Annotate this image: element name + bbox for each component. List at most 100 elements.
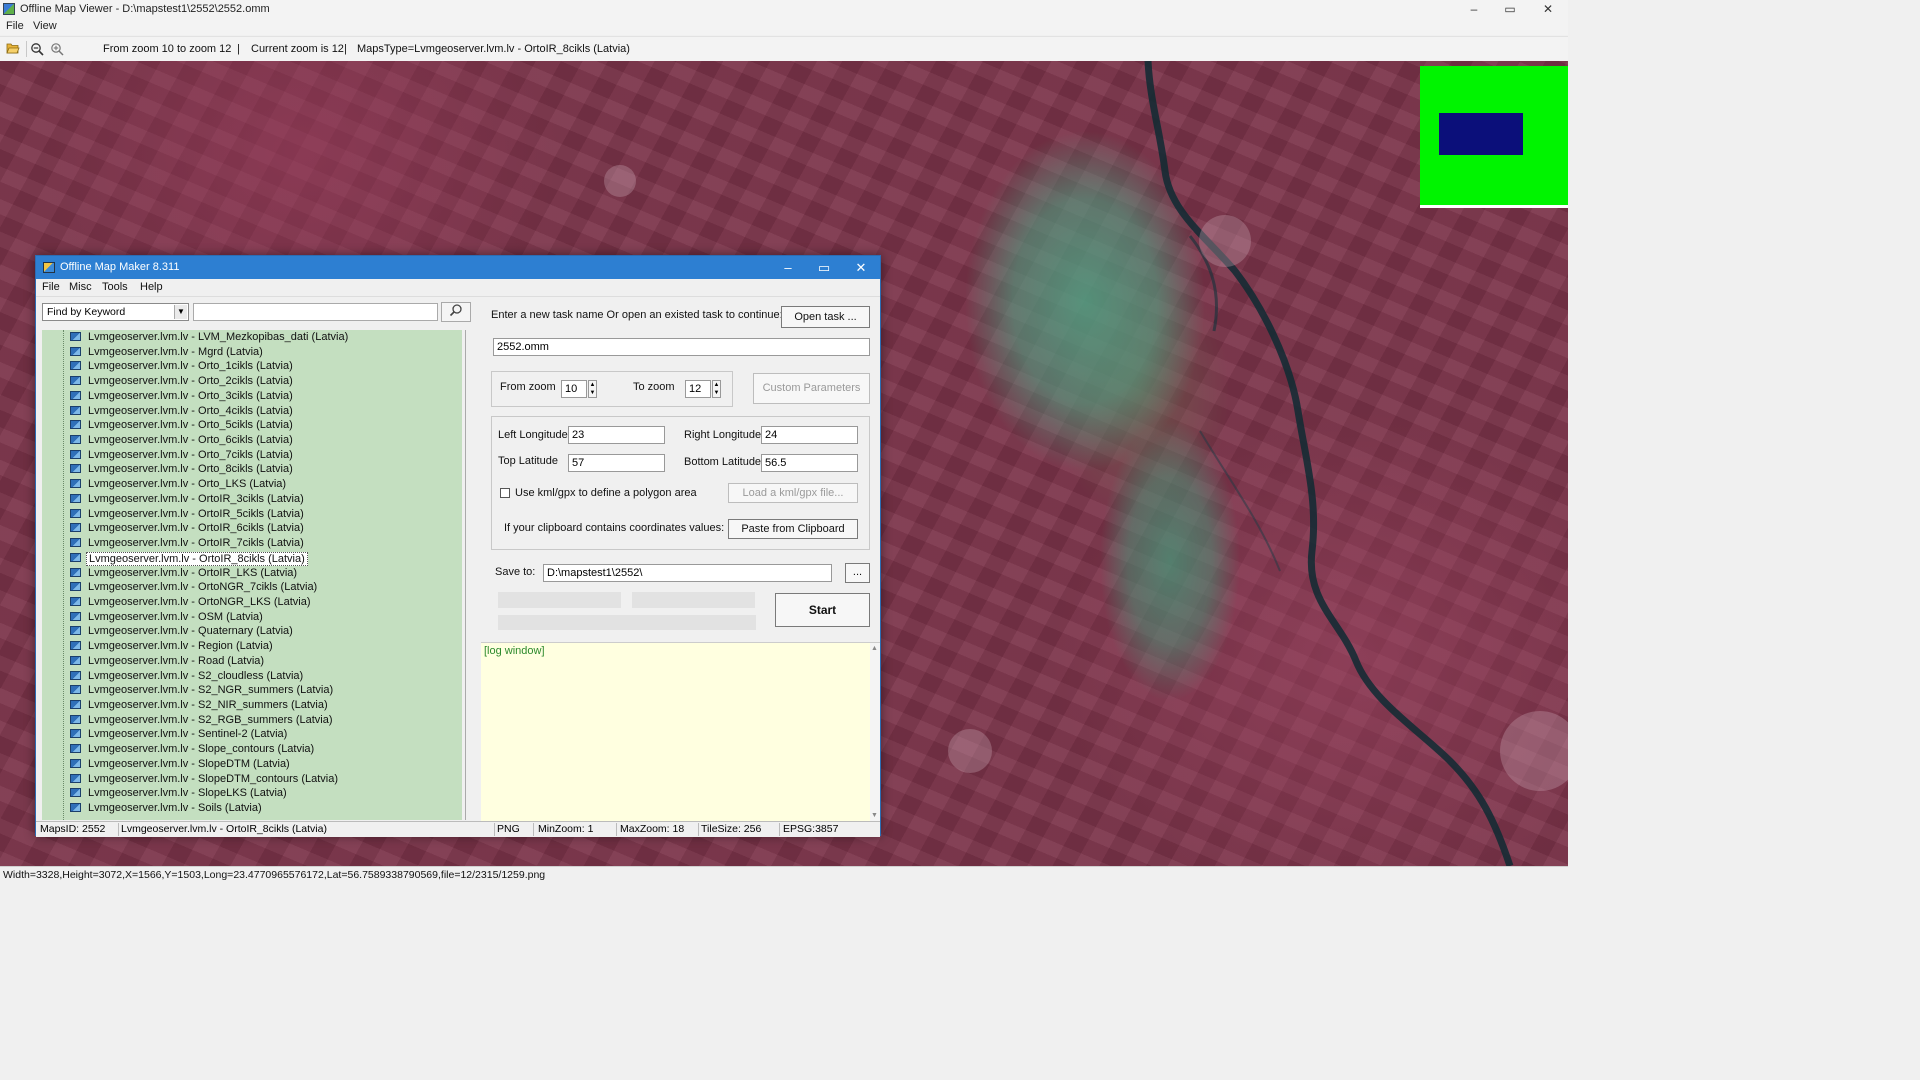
tree-item[interactable]: Lvmgeoserver.lvm.lv - OrtoIR_LKS (Latvia…: [70, 567, 297, 581]
map-source-tree[interactable]: Lvmgeoserver.lvm.lv - LVM_Mezkopibas_dat…: [42, 330, 466, 820]
tree-item[interactable]: Lvmgeoserver.lvm.lv - Sentinel-2 (Latvia…: [70, 728, 287, 742]
tree-item-label: Lvmgeoserver.lvm.lv - OrtoIR_LKS (Latvia…: [88, 566, 298, 579]
overview-viewport-rect[interactable]: [1439, 113, 1523, 155]
dialog-menu-tools[interactable]: Tools: [102, 281, 128, 293]
open-task-button[interactable]: Open task ...: [781, 306, 870, 328]
menu-view[interactable]: View: [33, 20, 57, 32]
tree-item[interactable]: Lvmgeoserver.lvm.lv - Quaternary (Latvia…: [70, 625, 293, 639]
tree-item-label: Lvmgeoserver.lvm.lv - LVM_Mezkopibas_dat…: [88, 331, 349, 343]
scroll-down-icon[interactable]: ▼: [871, 812, 878, 819]
start-button[interactable]: Start: [775, 593, 870, 627]
map-layer-icon: [70, 773, 81, 783]
tree-item[interactable]: Lvmgeoserver.lvm.lv - LVM_Mezkopibas_dat…: [70, 331, 348, 345]
tree-item[interactable]: Lvmgeoserver.lvm.lv - OrtoNGR_7cikls (La…: [70, 581, 317, 595]
tree-item[interactable]: Lvmgeoserver.lvm.lv - SlopeDTM (Latvia): [70, 758, 290, 772]
dialog-menu-file[interactable]: File: [42, 281, 60, 293]
to-zoom-input[interactable]: 12: [685, 380, 711, 398]
tree-item[interactable]: Lvmgeoserver.lvm.lv - SlopeDTM_contours …: [70, 773, 338, 787]
map-layer-icon: [70, 729, 81, 739]
tree-item-label: Lvmgeoserver.lvm.lv - S2_cloudless (Latv…: [88, 669, 304, 682]
search-button[interactable]: [441, 302, 471, 322]
chevron-down-icon[interactable]: ▼: [174, 305, 187, 319]
toolbar-separator: |: [237, 43, 240, 55]
paste-from-clipboard-button[interactable]: Paste from Clipboard: [728, 519, 858, 539]
tree-item[interactable]: Lvmgeoserver.lvm.lv - Road (Latvia): [70, 655, 264, 669]
tree-item[interactable]: Lvmgeoserver.lvm.lv - OrtoIR_3cikls (Lat…: [70, 493, 304, 507]
tree-item[interactable]: Lvmgeoserver.lvm.lv - Orto_6cikls (Latvi…: [70, 434, 293, 448]
tree-item[interactable]: Lvmgeoserver.lvm.lv - Soils (Latvia): [70, 802, 262, 816]
tree-item[interactable]: Lvmgeoserver.lvm.lv - OrtoIR_6cikls (Lat…: [70, 522, 304, 536]
map-layer-icon: [70, 596, 81, 606]
custom-parameters-button[interactable]: Custom Parameters: [753, 373, 870, 404]
close-button[interactable]: ✕: [1530, 0, 1566, 18]
top-latitude-input[interactable]: 57: [568, 454, 665, 472]
save-to-path-input[interactable]: D:\mapstest1\2552\: [543, 564, 832, 582]
kml-polygon-checkbox[interactable]: [500, 488, 510, 498]
tree-item[interactable]: Lvmgeoserver.lvm.lv - Orto_7cikls (Latvi…: [70, 449, 293, 463]
log-scrollbar[interactable]: ▲ ▼: [870, 643, 880, 821]
log-window[interactable]: [log window] ▲ ▼: [481, 642, 880, 821]
map-layer-icon: [70, 582, 81, 592]
map-layer-icon: [70, 361, 81, 371]
tree-item[interactable]: Lvmgeoserver.lvm.lv - Orto_3cikls (Latvi…: [70, 390, 293, 404]
search-mode-select[interactable]: Find by Keyword ▼: [42, 303, 189, 321]
tree-item[interactable]: Lvmgeoserver.lvm.lv - OSM (Latvia): [70, 611, 263, 625]
status-bar: Width=3328,Height=3072,X=1566,Y=1503,Lon…: [0, 866, 1568, 883]
tree-item[interactable]: Lvmgeoserver.lvm.lv - S2_RGB_summers (La…: [70, 714, 333, 728]
load-kml-button[interactable]: Load a kml/gpx file...: [728, 483, 858, 503]
overview-minimap[interactable]: [1420, 66, 1568, 208]
tree-item[interactable]: Lvmgeoserver.lvm.lv - Mgrd (Latvia): [70, 346, 263, 360]
tree-item[interactable]: Lvmgeoserver.lvm.lv - S2_NIR_summers (La…: [70, 699, 328, 713]
tree-item[interactable]: Lvmgeoserver.lvm.lv - SlopeLKS (Latvia): [70, 787, 287, 801]
dialog-maximize-button[interactable]: ▭: [806, 256, 842, 279]
map-layer-icon: [70, 420, 81, 430]
minimize-button[interactable]: –: [1456, 0, 1492, 18]
zoom-out-icon[interactable]: [30, 42, 44, 56]
scroll-up-icon[interactable]: ▲: [871, 645, 878, 652]
tree-item[interactable]: Lvmgeoserver.lvm.lv - OrtoIR_7cikls (Lat…: [70, 537, 304, 551]
tree-item[interactable]: Lvmgeoserver.lvm.lv - Region (Latvia): [70, 640, 273, 654]
tree-item[interactable]: Lvmgeoserver.lvm.lv - Orto_LKS (Latvia): [70, 478, 286, 492]
zoom-in-icon[interactable]: [50, 42, 64, 56]
dialog-menu-help[interactable]: Help: [140, 281, 163, 293]
from-zoom-input[interactable]: 10: [561, 380, 587, 398]
open-folder-icon[interactable]: [6, 42, 20, 56]
tree-item-label: Lvmgeoserver.lvm.lv - OrtoIR_6cikls (Lat…: [88, 522, 304, 535]
tree-item[interactable]: Lvmgeoserver.lvm.lv - OrtoIR_5cikls (Lat…: [70, 508, 304, 522]
tree-item[interactable]: Lvmgeoserver.lvm.lv - OrtoNGR_LKS (Latvi…: [70, 596, 311, 610]
bottom-latitude-input[interactable]: 56.5: [761, 454, 858, 472]
tree-item[interactable]: Lvmgeoserver.lvm.lv - Orto_2cikls (Latvi…: [70, 375, 293, 389]
toolbar-divider: [26, 41, 27, 57]
task-name-input[interactable]: 2552.omm: [493, 338, 870, 356]
tree-item[interactable]: Lvmgeoserver.lvm.lv - Slope_contours (La…: [70, 743, 314, 757]
browse-folder-button[interactable]: ...: [845, 563, 870, 583]
from-zoom-stepper[interactable]: ▲ ▼: [588, 380, 597, 398]
tree-item[interactable]: Lvmgeoserver.lvm.lv - S2_NGR_summers (La…: [70, 684, 333, 698]
tree-item[interactable]: Lvmgeoserver.lvm.lv - S2_cloudless (Latv…: [70, 670, 303, 684]
tree-item[interactable]: Lvmgeoserver.lvm.lv - Orto_5cikls (Latvi…: [70, 419, 293, 433]
map-layer-icon: [70, 493, 81, 503]
to-zoom-stepper[interactable]: ▲ ▼: [712, 380, 721, 398]
status-max-zoom: MaxZoom: 18: [618, 823, 699, 836]
right-longitude-input[interactable]: 24: [761, 426, 858, 444]
window-title: Offline Map Viewer - D:\mapstest1\2552\2…: [20, 3, 270, 15]
map-layer-icon: [70, 567, 81, 577]
tree-item-label: Lvmgeoserver.lvm.lv - Orto_1cikls (Latvi…: [88, 360, 293, 373]
keyword-search-input[interactable]: [193, 303, 438, 321]
tree-item-label: Lvmgeoserver.lvm.lv - Road (Latvia): [88, 654, 265, 667]
tree-item[interactable]: Lvmgeoserver.lvm.lv - Orto_8cikls (Latvi…: [70, 463, 293, 477]
left-longitude-input[interactable]: 23: [568, 426, 665, 444]
map-layer-icon: [70, 346, 81, 356]
menu-file[interactable]: File: [6, 20, 24, 32]
tree-item[interactable]: Lvmgeoserver.lvm.lv - Orto_1cikls (Latvi…: [70, 360, 293, 374]
tree-item[interactable]: Lvmgeoserver.lvm.lv - Orto_4cikls (Latvi…: [70, 405, 293, 419]
tree-scrollbar[interactable]: [462, 330, 465, 820]
maximize-button[interactable]: ▭: [1492, 0, 1528, 18]
dialog-menu-misc[interactable]: Misc: [69, 281, 92, 293]
status-format: PNG: [495, 823, 534, 836]
dialog-minimize-button[interactable]: –: [770, 256, 806, 279]
dialog-close-button[interactable]: ✕: [843, 256, 879, 279]
tree-item[interactable]: Lvmgeoserver.lvm.lv - OrtoIR_8cikls (Lat…: [70, 551, 308, 566]
dialog-title-bar[interactable]: Offline Map Maker 8.311 – ▭ ✕: [36, 256, 880, 279]
map-layer-icon: [70, 626, 81, 636]
